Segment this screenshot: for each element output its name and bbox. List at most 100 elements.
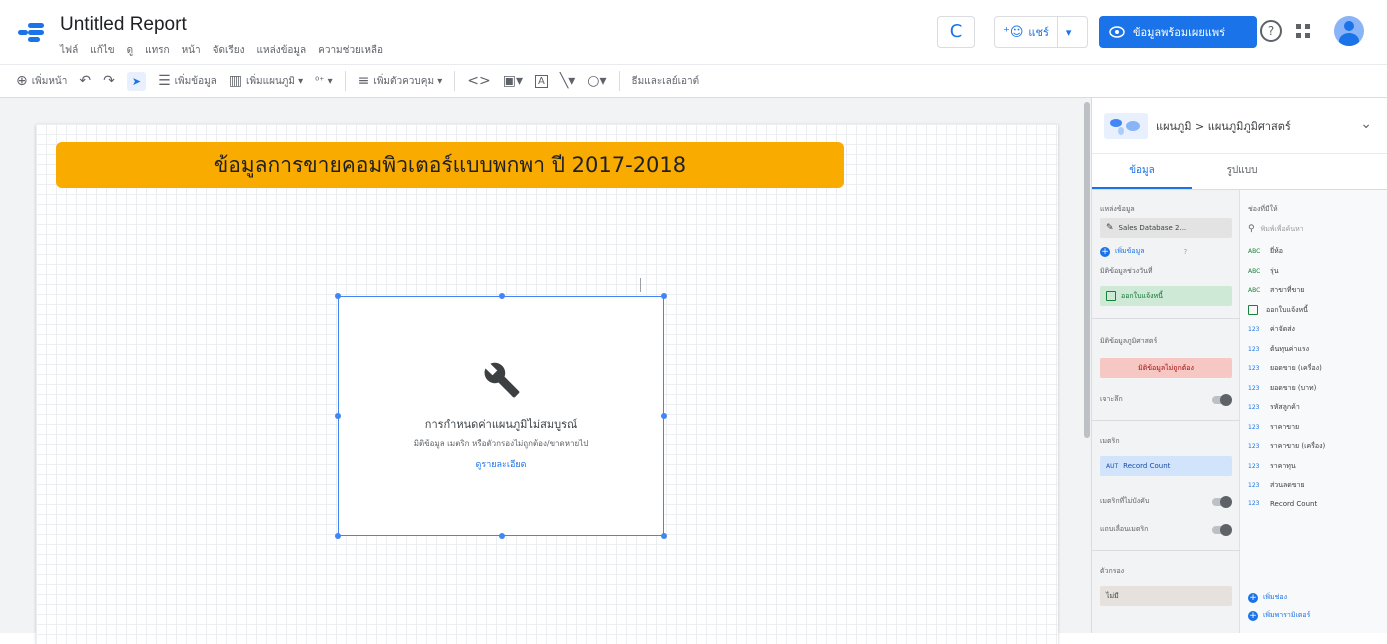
tab-data[interactable]: ข้อมูล bbox=[1092, 154, 1192, 189]
field-item[interactable]: 123 ค่าจัดส่ง bbox=[1248, 324, 1295, 335]
cursor-icon: ➤ bbox=[131, 74, 142, 88]
resize-handle[interactable] bbox=[499, 293, 505, 299]
field-item[interactable]: ABC รุ่น bbox=[1248, 266, 1279, 277]
number-type-icon: 123 bbox=[1248, 443, 1260, 450]
resize-handle[interactable] bbox=[661, 293, 667, 299]
datasource-chip[interactable]: ✎ Sales Database 2... bbox=[1100, 218, 1232, 238]
eye-icon bbox=[1109, 26, 1125, 38]
add-parameter-link[interactable]: + เพิ่มพารามิเตอร์ bbox=[1248, 610, 1310, 621]
field-item[interactable]: 123 ยอดขาย (บาท) bbox=[1248, 383, 1316, 394]
date-dimension-chip[interactable]: ออกใบแจ้งหนี้ bbox=[1100, 286, 1232, 306]
embed-button[interactable]: <> bbox=[467, 73, 490, 89]
number-type-icon: 123 bbox=[1248, 404, 1260, 411]
add-chart-button[interactable]: ▥ เพิ่มแผนภูมิ ▾ bbox=[229, 73, 303, 89]
chart-type-selector[interactable]: แผนภูมิ > แผนภูมิภูมิศาสตร์ ⌄ bbox=[1092, 98, 1387, 154]
chevron-down-icon: ▾ bbox=[1065, 25, 1072, 39]
tab-style[interactable]: รูปแบบ bbox=[1192, 154, 1292, 189]
view-button[interactable]: ข้อมูลพร้อมเผยแพร่ bbox=[1099, 16, 1257, 48]
chart-config-title: การกำหนดค่าแผนภูมิไม่สมบูรณ์ bbox=[424, 418, 578, 431]
resize-handle[interactable] bbox=[335, 533, 341, 539]
report-page[interactable]: ข้อมูลการขายคอมพิวเตอร์แบบพกพา ปี 2017-2… bbox=[36, 124, 1058, 644]
see-details-link[interactable]: ดูรายละเอียด bbox=[339, 457, 663, 471]
refresh-button[interactable]: C bbox=[937, 16, 975, 48]
menu-page[interactable]: หน้า bbox=[182, 43, 201, 58]
metric-label: เมตริก bbox=[1100, 437, 1120, 445]
field-item[interactable]: 123 ราคาขาย (เครื่อง) bbox=[1248, 441, 1325, 452]
field-item[interactable]: 123 ราคาขาย bbox=[1248, 422, 1299, 433]
help-icon[interactable]: ? bbox=[1184, 248, 1188, 256]
field-name: ยอดขาย (บาท) bbox=[1270, 383, 1317, 392]
add-control-button[interactable]: ≡ เพิ่มตัวควบคุม ▾ bbox=[358, 73, 443, 89]
field-name: Record Count bbox=[1270, 499, 1318, 508]
menu-view[interactable]: ดู bbox=[127, 43, 134, 58]
field-item[interactable]: 123 ส่วนลดขาย bbox=[1248, 480, 1305, 491]
filter-chip[interactable]: ไม่มี bbox=[1100, 586, 1232, 606]
field-item[interactable]: ออกใบแจ้งหนี้ bbox=[1248, 305, 1308, 316]
add-control-label: เพิ่มตัวควบคุม ▾ bbox=[373, 75, 443, 87]
theme-layout-button[interactable]: ธีมและเลย์เอาต์ bbox=[632, 74, 700, 89]
report-banner-title[interactable]: ข้อมูลการขายคอมพิวเตอร์แบบพกพา ปี 2017-2… bbox=[56, 142, 844, 188]
metric-chip[interactable]: AUT Record Count bbox=[1100, 456, 1232, 476]
field-name: ค่าจัดส่ง bbox=[1270, 325, 1295, 333]
field-item[interactable]: 123 รหัสลูกค้า bbox=[1248, 402, 1300, 413]
menu-insert[interactable]: แทรก bbox=[145, 43, 169, 58]
shape-button[interactable]: ○▾ bbox=[587, 73, 606, 89]
field-item[interactable]: ABC สาขาที่ขาย bbox=[1248, 285, 1304, 296]
add-field-link[interactable]: + เพิ่มช่อง bbox=[1248, 592, 1287, 603]
optional-metric-toggle[interactable] bbox=[1212, 496, 1232, 508]
metric-slider-toggle[interactable] bbox=[1212, 524, 1232, 536]
community-viz-button[interactable]: ⁰⁺ ▾ bbox=[315, 76, 333, 87]
select-tool-button[interactable]: ➤ bbox=[126, 71, 147, 91]
available-fields-column: ช่องที่มีให้ ⚲ พิมพ์เพื่อค้นหา ABC ยี่ห้อ… bbox=[1240, 190, 1387, 633]
field-item[interactable]: 123 ต้นทุนค่าแรง bbox=[1248, 344, 1309, 355]
field-name: ยี่ห้อ bbox=[1270, 247, 1283, 255]
menu-edit[interactable]: แก้ไข bbox=[90, 43, 114, 58]
properties-panel: แผนภูมิ > แผนภูมิภูมิศาสตร์ ⌄ ข้อมูล รูป… bbox=[1091, 98, 1387, 633]
resize-handle[interactable] bbox=[499, 533, 505, 539]
chevron-down-icon[interactable]: ⌄ bbox=[1360, 116, 1372, 132]
resize-handle[interactable] bbox=[661, 533, 667, 539]
add-page-button[interactable]: ⊕ เพิ่มหน้า bbox=[16, 73, 67, 89]
add-data-button[interactable]: ☰ เพิ่มข้อมูล bbox=[158, 73, 217, 89]
field-item[interactable]: 123 ราคาทุน bbox=[1248, 461, 1296, 472]
menu-arrange[interactable]: จัดเรียง bbox=[213, 43, 245, 58]
share-main[interactable]: ⁺☺ แชร์ bbox=[995, 17, 1057, 47]
canvas-scrollbar[interactable] bbox=[1083, 98, 1091, 633]
field-name: ออกใบแจ้งหนี้ bbox=[1266, 305, 1308, 314]
line-button[interactable]: ╲▾ bbox=[560, 73, 575, 89]
add-field-text: เพิ่มช่อง bbox=[1263, 593, 1287, 601]
date-dimension-value: ออกใบแจ้งหนี้ bbox=[1121, 291, 1163, 300]
field-item[interactable]: ABC ยี่ห้อ bbox=[1248, 246, 1283, 257]
help-icon[interactable]: ? bbox=[1260, 20, 1282, 42]
geo-dimension-chip[interactable]: มิติข้อมูลไม่ถูกต้อง bbox=[1100, 358, 1232, 378]
menu-help[interactable]: ความช่วยเหลือ bbox=[318, 43, 383, 58]
filter-value: ไม่มี bbox=[1106, 591, 1119, 600]
share-button[interactable]: ⁺☺ แชร์ ▾ bbox=[994, 16, 1088, 48]
menu-file[interactable]: ไฟล์ bbox=[60, 43, 78, 58]
redo-icon: ↷ bbox=[103, 73, 115, 89]
text-button[interactable]: A bbox=[534, 74, 548, 88]
number-type-icon: 123 bbox=[1248, 345, 1260, 353]
filter-label: ตัวกรอง bbox=[1100, 567, 1125, 575]
undo-button[interactable]: ↶ bbox=[79, 73, 91, 89]
image-button[interactable]: ▣▾ bbox=[503, 73, 523, 89]
geo-chart-placeholder[interactable]: การกำหนดค่าแผนภูมิไม่สมบูรณ์ มิติข้อมูล … bbox=[335, 293, 667, 539]
image-icon: ▣▾ bbox=[502, 73, 523, 89]
report-title[interactable]: Untitled Report bbox=[60, 14, 187, 36]
resize-handle[interactable] bbox=[335, 293, 341, 299]
share-dropdown[interactable]: ▾ bbox=[1058, 17, 1080, 47]
data-studio-logo-icon[interactable] bbox=[18, 22, 46, 44]
number-type-icon: 123 bbox=[1248, 482, 1260, 489]
add-chart-label: เพิ่มแผนภูมิ ▾ bbox=[246, 75, 304, 87]
menu-resource[interactable]: แหล่งข้อมูล bbox=[257, 43, 307, 58]
field-search-input[interactable]: ⚲ พิมพ์เพื่อค้นหา bbox=[1248, 220, 1380, 238]
apps-grid-icon[interactable] bbox=[1296, 24, 1310, 38]
avatar[interactable] bbox=[1334, 16, 1364, 46]
redo-button[interactable]: ↷ bbox=[103, 73, 115, 89]
field-item[interactable]: 123 ยอดขาย (เครื่อง) bbox=[1248, 363, 1322, 374]
geo-dimension-label: มิติข้อมูลภูมิศาสตร์ bbox=[1100, 337, 1158, 345]
add-data-link[interactable]: + เพิ่มข้อมูล ? bbox=[1100, 246, 1187, 257]
drill-down-toggle[interactable] bbox=[1212, 394, 1232, 406]
field-item[interactable]: 123 Record Count bbox=[1248, 500, 1317, 508]
scrollbar-thumb[interactable] bbox=[1084, 102, 1090, 438]
